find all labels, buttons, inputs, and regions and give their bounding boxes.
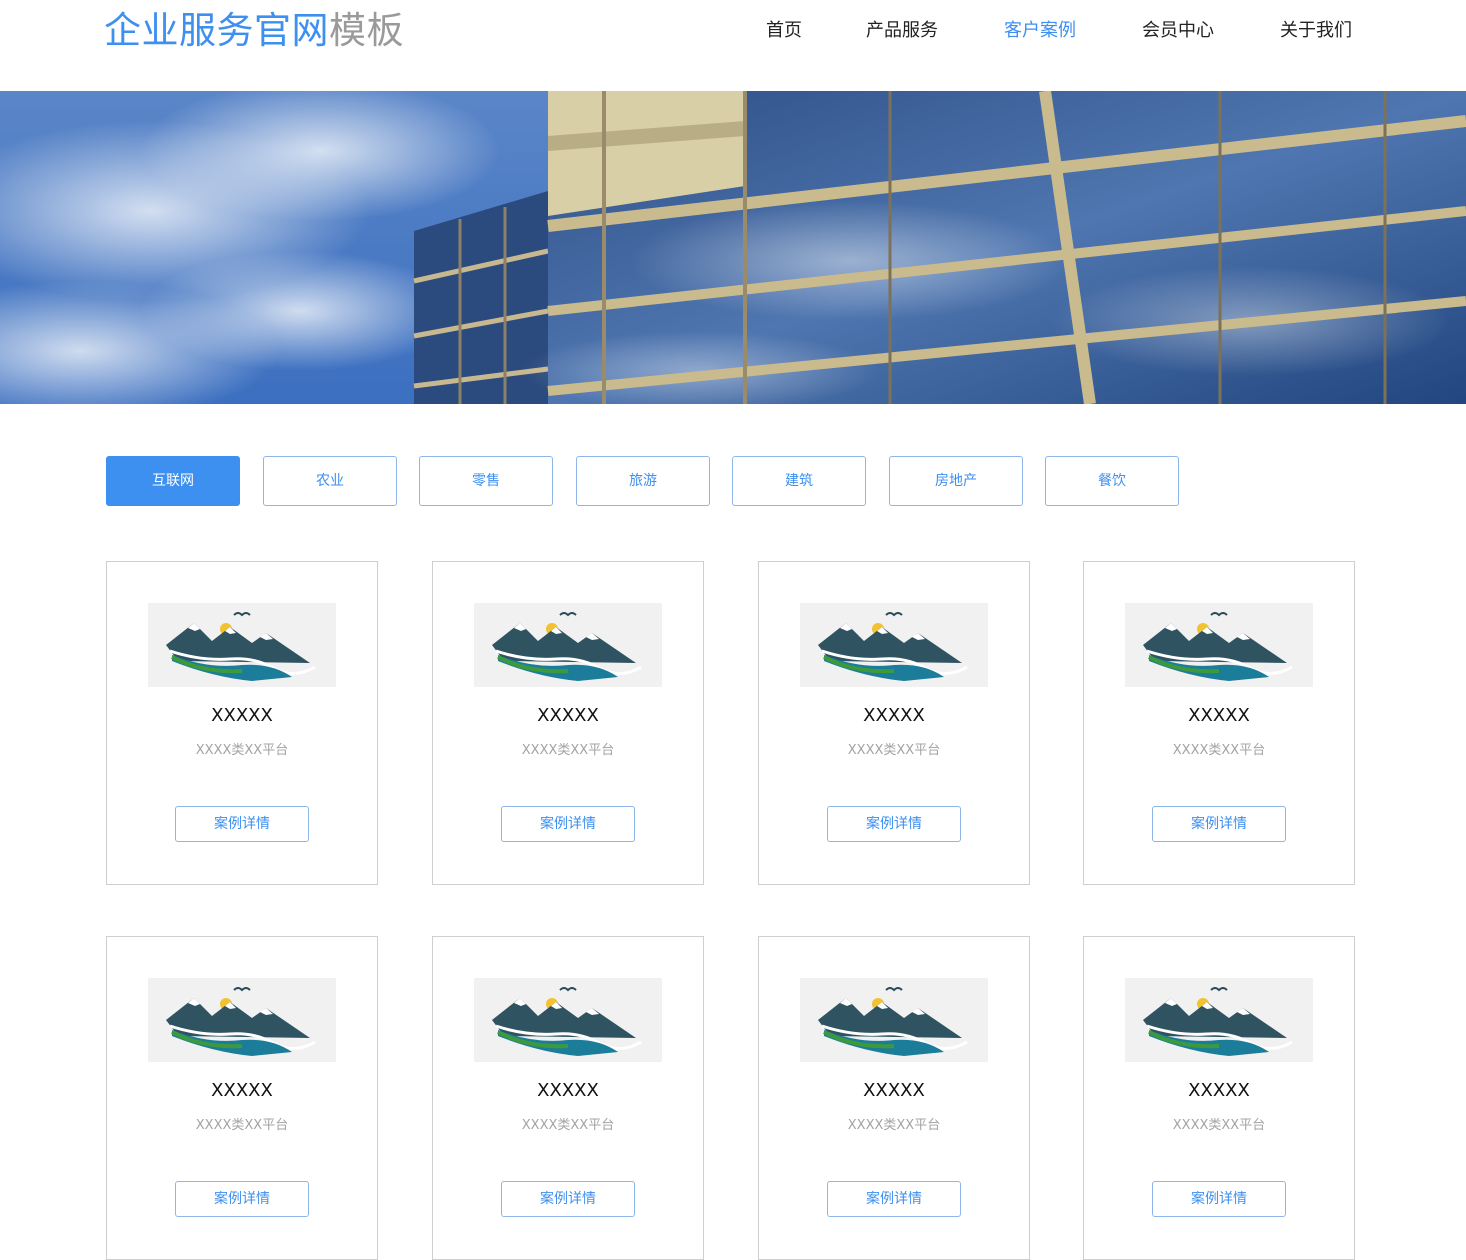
case-thumbnail <box>1125 978 1313 1062</box>
case-details-button[interactable]: 案例详情 <box>501 1181 635 1217</box>
case-description: XXXX类XX平台 <box>1172 1118 1266 1133</box>
mountain-logo-icon <box>1125 978 1313 1062</box>
site-logo[interactable]: 企业服务官网模板 <box>104 8 404 54</box>
hero-banner <box>0 91 1466 404</box>
case-details-button[interactable]: 案例详情 <box>175 806 309 842</box>
mountain-logo-icon <box>148 978 336 1062</box>
case-title: XXXXX <box>211 1080 273 1101</box>
nav-member-center[interactable]: 会员中心 <box>1142 16 1214 46</box>
case-card[interactable]: XXXXX XXXX类XX平台 案例详情 <box>1083 561 1355 885</box>
case-description: XXXX类XX平台 <box>195 743 289 758</box>
nav-cases[interactable]: 客户案例 <box>1004 16 1076 46</box>
tab-construction[interactable]: 建筑 <box>732 456 866 506</box>
building-sky-image <box>0 91 1466 404</box>
case-details-button[interactable]: 案例详情 <box>501 806 635 842</box>
case-details-button[interactable]: 案例详情 <box>175 1181 309 1217</box>
mountain-logo-icon <box>800 978 988 1062</box>
tab-tourism[interactable]: 旅游 <box>576 456 710 506</box>
case-thumbnail <box>800 603 988 687</box>
tab-catering[interactable]: 餐饮 <box>1045 456 1179 506</box>
tab-retail[interactable]: 零售 <box>419 456 553 506</box>
case-description: XXXX类XX平台 <box>847 1118 941 1133</box>
case-title: XXXXX <box>537 705 599 726</box>
case-title: XXXXX <box>863 1080 925 1101</box>
case-card[interactable]: XXXXX XXXX类XX平台 案例详情 <box>106 561 378 885</box>
nav-home[interactable]: 首页 <box>766 16 802 46</box>
case-card[interactable]: XXXXX XXXX类XX平台 案例详情 <box>432 936 704 1260</box>
nav-products[interactable]: 产品服务 <box>866 16 938 46</box>
mountain-logo-icon <box>800 603 988 687</box>
case-card[interactable]: XXXXX XXXX类XX平台 案例详情 <box>758 936 1030 1260</box>
nav-about-us[interactable]: 关于我们 <box>1280 16 1352 46</box>
mountain-logo-icon <box>474 978 662 1062</box>
tab-internet[interactable]: 互联网 <box>106 456 240 506</box>
case-details-button[interactable]: 案例详情 <box>1152 1181 1286 1217</box>
tab-real-estate[interactable]: 房地产 <box>889 456 1023 506</box>
case-title: XXXXX <box>1188 1080 1250 1101</box>
case-thumbnail <box>148 603 336 687</box>
logo-primary-text: 企业服务官网 <box>104 9 329 52</box>
case-details-button[interactable]: 案例详情 <box>1152 806 1286 842</box>
case-thumbnail <box>474 978 662 1062</box>
case-details-button[interactable]: 案例详情 <box>827 806 961 842</box>
case-thumbnail <box>148 978 336 1062</box>
case-card[interactable]: XXXXX XXXX类XX平台 案例详情 <box>106 936 378 1260</box>
case-card[interactable]: XXXXX XXXX类XX平台 案例详情 <box>432 561 704 885</box>
case-title: XXXXX <box>537 1080 599 1101</box>
case-description: XXXX类XX平台 <box>847 743 941 758</box>
mountain-logo-icon <box>148 603 336 687</box>
case-title: XXXXX <box>211 705 273 726</box>
case-card[interactable]: XXXXX XXXX类XX平台 案例详情 <box>1083 936 1355 1260</box>
case-title: XXXXX <box>1188 705 1250 726</box>
site-header: 企业服务官网模板 首页 产品服务 客户案例 会员中心 关于我们 <box>0 0 1466 90</box>
case-thumbnail <box>474 603 662 687</box>
case-thumbnail <box>800 978 988 1062</box>
logo-secondary-text: 模板 <box>329 9 404 52</box>
case-card[interactable]: XXXXX XXXX类XX平台 案例详情 <box>758 561 1030 885</box>
case-description: XXXX类XX平台 <box>1172 743 1266 758</box>
case-description: XXXX类XX平台 <box>195 1118 289 1133</box>
case-title: XXXXX <box>863 705 925 726</box>
case-description: XXXX类XX平台 <box>521 1118 615 1133</box>
case-thumbnail <box>1125 603 1313 687</box>
tab-agriculture[interactable]: 农业 <box>263 456 397 506</box>
case-description: XXXX类XX平台 <box>521 743 615 758</box>
mountain-logo-icon <box>1125 603 1313 687</box>
case-details-button[interactable]: 案例详情 <box>827 1181 961 1217</box>
mountain-logo-icon <box>474 603 662 687</box>
